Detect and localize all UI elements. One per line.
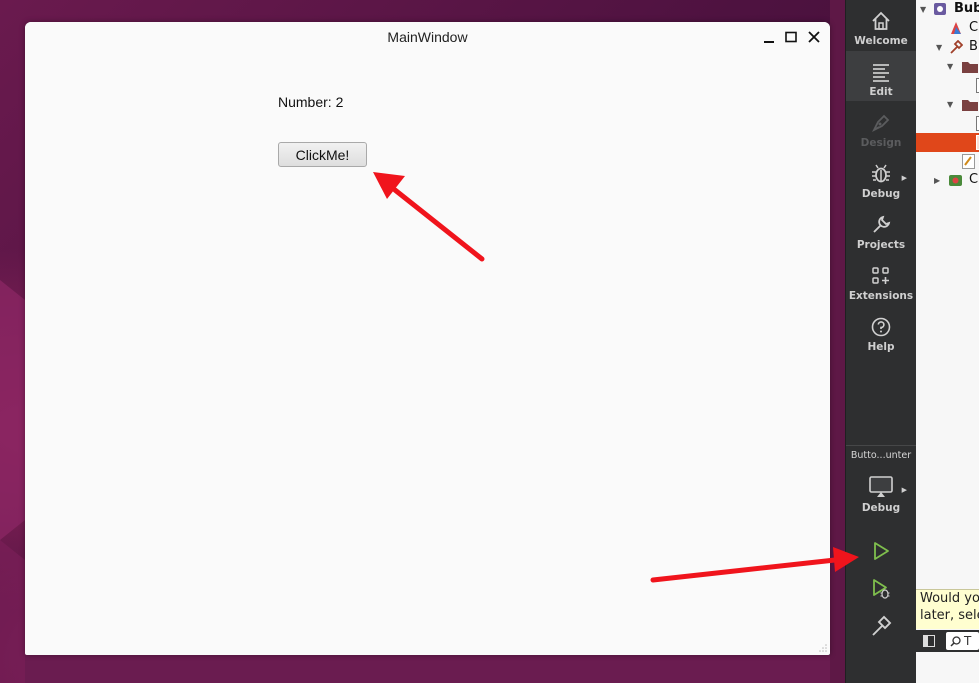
tree-row[interactable] bbox=[916, 114, 979, 133]
mode-debug[interactable]: Debug ▶ bbox=[846, 153, 916, 203]
tooltip: Would yo later, sele bbox=[916, 589, 979, 629]
caret-down-icon: ▼ bbox=[920, 5, 927, 14]
maximize-icon bbox=[785, 31, 797, 43]
minimize-button[interactable] bbox=[758, 27, 780, 47]
close-button[interactable] bbox=[803, 27, 825, 47]
design-pen-icon bbox=[871, 114, 890, 133]
expand-arrow-icon: ▶ bbox=[901, 486, 907, 494]
close-icon bbox=[808, 31, 820, 43]
mode-extensions[interactable]: Extensions bbox=[846, 255, 916, 305]
mode-help[interactable]: Help bbox=[846, 306, 916, 356]
resize-grip-icon[interactable] bbox=[817, 642, 827, 652]
sidebar-separator bbox=[846, 445, 916, 446]
run-button[interactable] bbox=[846, 533, 916, 569]
hammer-icon bbox=[950, 40, 963, 54]
build-config-selector[interactable]: Debug ▶ bbox=[846, 465, 916, 515]
mode-projects[interactable]: Projects bbox=[846, 204, 916, 254]
window-title: MainWindow bbox=[387, 29, 468, 45]
tree-row[interactable]: ▶ C bbox=[916, 171, 979, 190]
caret-down-icon: ▼ bbox=[947, 62, 954, 71]
tree-row[interactable] bbox=[916, 76, 979, 95]
mode-debug-label: Debug bbox=[861, 188, 901, 200]
search-icon bbox=[950, 635, 961, 647]
folder-icon bbox=[962, 62, 978, 73]
run-icon bbox=[874, 542, 889, 560]
caret-right-icon: ▶ bbox=[934, 176, 941, 185]
main-window: MainWindow Number: 2 ClickMe! bbox=[25, 22, 830, 655]
maximize-button[interactable] bbox=[780, 27, 802, 47]
qt-project-icon bbox=[934, 3, 946, 15]
tooltip-line: Would yo bbox=[920, 591, 979, 606]
mode-help-label: Help bbox=[867, 341, 895, 353]
project-tree: ▼ Bub C ▼ B ▼ ▼ ▶ C bbox=[916, 0, 979, 683]
tree-row[interactable]: ▼ bbox=[916, 57, 979, 76]
tooltip-line: later, sele bbox=[920, 608, 979, 623]
build-config-label: Debug bbox=[861, 502, 901, 514]
tree-row[interactable] bbox=[916, 152, 979, 171]
mode-edit-label: Edit bbox=[869, 86, 893, 98]
tree-row-label: B bbox=[969, 39, 978, 54]
debug-run-button[interactable] bbox=[846, 571, 916, 607]
caret-down-icon: ▼ bbox=[936, 43, 943, 52]
tree-row-label: C bbox=[969, 172, 979, 187]
window-titlebar[interactable]: MainWindow bbox=[25, 22, 830, 52]
kit-selector-label[interactable]: Butto...unter bbox=[846, 450, 916, 461]
expand-arrow-icon: ▶ bbox=[901, 174, 907, 182]
folder-icon bbox=[962, 100, 978, 111]
extensions-grid-icon bbox=[872, 267, 889, 284]
bug-icon bbox=[872, 164, 890, 183]
toggle-sidebar-icon[interactable] bbox=[923, 635, 935, 647]
tree-row[interactable]: ▼ bbox=[916, 95, 979, 114]
tree-row-selected[interactable] bbox=[916, 133, 979, 152]
tree-row-label: Bub bbox=[954, 1, 979, 16]
locator-bar: T bbox=[916, 630, 979, 652]
build-hammer-icon bbox=[872, 615, 892, 636]
tree-row[interactable]: C bbox=[916, 19, 979, 38]
tree-row[interactable]: ▼ B bbox=[916, 38, 979, 57]
debug-run-icon bbox=[873, 579, 890, 599]
mode-projects-label: Projects bbox=[856, 239, 906, 251]
help-icon bbox=[871, 317, 891, 337]
mode-welcome[interactable]: Welcome bbox=[846, 0, 916, 50]
mode-design-label: Design bbox=[860, 137, 902, 149]
locator-text: T bbox=[964, 634, 972, 648]
tree-row[interactable]: ▼ Bub bbox=[916, 0, 979, 19]
mode-sidebar: Welcome Edit Design Debug ▶ Projects Ext… bbox=[845, 0, 916, 683]
ui-form-file-icon bbox=[962, 154, 975, 169]
minimize-icon bbox=[764, 41, 774, 43]
monitor-icon bbox=[869, 476, 893, 497]
click-me-button[interactable]: ClickMe! bbox=[278, 142, 367, 167]
edit-icon bbox=[873, 64, 889, 82]
wrench-icon bbox=[873, 215, 891, 233]
number-label: Number: 2 bbox=[278, 94, 344, 110]
mode-extensions-label: Extensions bbox=[848, 290, 914, 302]
mode-edit[interactable]: Edit bbox=[846, 51, 916, 101]
caret-down-icon: ▼ bbox=[947, 100, 954, 109]
mode-design[interactable]: Design bbox=[846, 102, 916, 152]
cmake-file-icon bbox=[951, 22, 961, 34]
tree-row-label: C bbox=[969, 20, 979, 35]
build-button[interactable] bbox=[846, 609, 916, 645]
qt-module-icon bbox=[949, 175, 962, 186]
locator-input[interactable]: T bbox=[946, 632, 979, 650]
home-icon bbox=[872, 11, 890, 30]
mode-welcome-label: Welcome bbox=[854, 35, 908, 47]
